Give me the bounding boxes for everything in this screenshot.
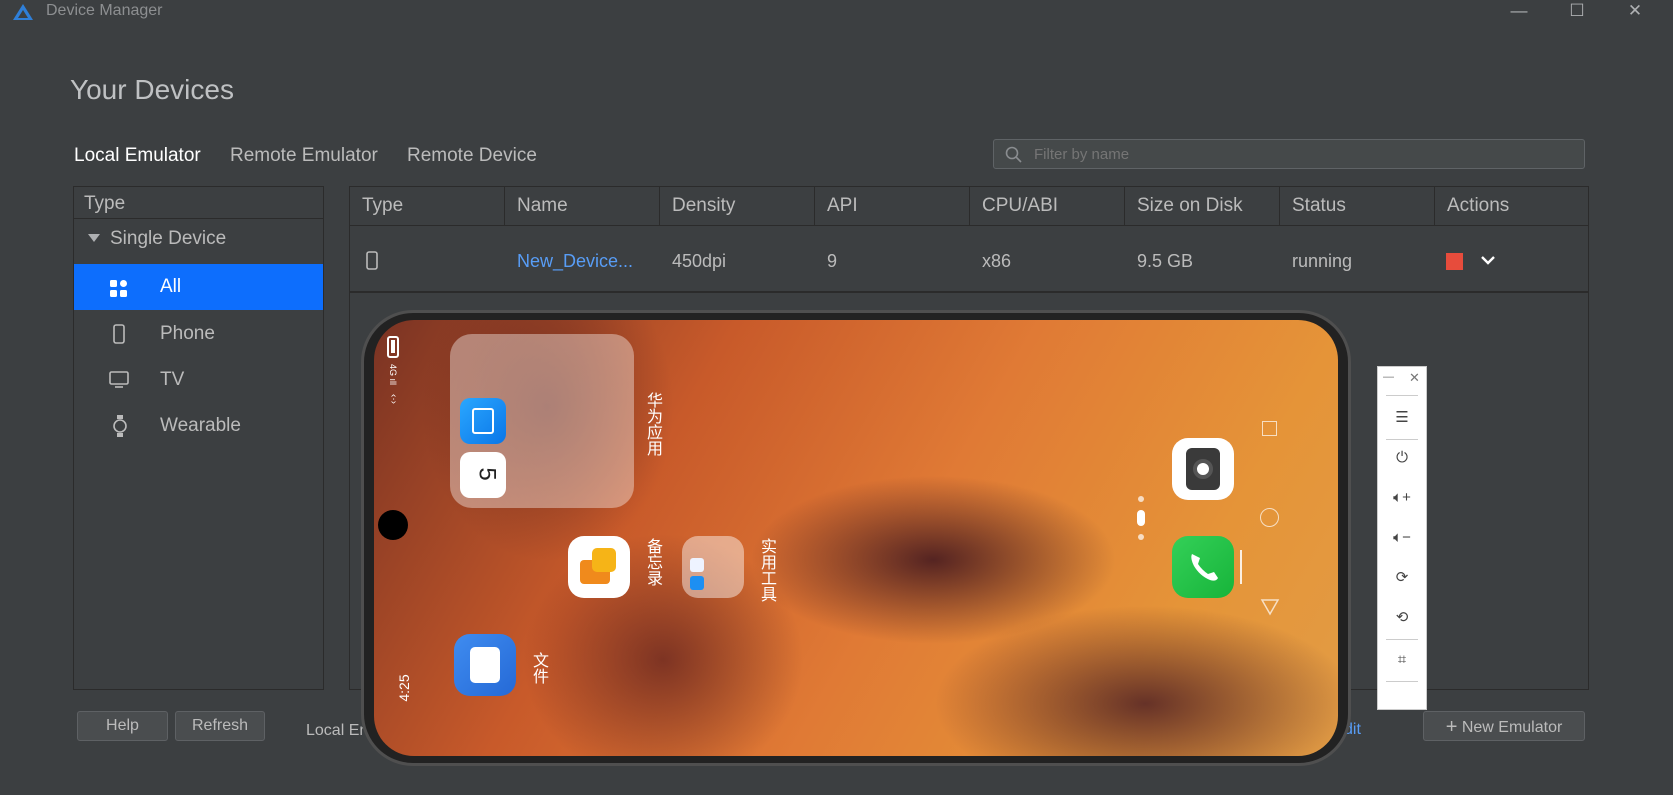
phone-icon bbox=[366, 251, 378, 270]
folder-label-tools: 实用工具 bbox=[758, 538, 775, 602]
column-header-status[interactable]: Status bbox=[1280, 187, 1435, 225]
phone-app-icon[interactable] bbox=[1172, 536, 1234, 598]
device-density: 450dpi bbox=[672, 251, 727, 271]
back-button[interactable] bbox=[1260, 598, 1280, 616]
title-bar: Device Manager — ☐ ✕ bbox=[0, 0, 1673, 24]
calendar-app-icon[interactable]: 5 bbox=[460, 452, 506, 498]
tab-local-emulator[interactable]: Local Emulator bbox=[74, 145, 201, 167]
device-api: 9 bbox=[827, 251, 838, 271]
device-name-link[interactable]: New_Device... bbox=[505, 231, 633, 291]
filter-input[interactable] bbox=[1032, 142, 1576, 166]
power-icon[interactable]: ⏻ bbox=[1378, 439, 1426, 477]
battery-icon bbox=[387, 336, 399, 358]
device-type-panel: Type Single Device All Phone TV Wearable bbox=[73, 186, 324, 690]
new-emulator-label: New Emulator bbox=[1461, 719, 1563, 736]
table-row[interactable]: New_Device... 450dpi 9 x86 9.5 GB runnin… bbox=[350, 231, 1588, 293]
help-button[interactable]: Help bbox=[77, 711, 168, 741]
sidebar-item-tv[interactable]: TV bbox=[74, 357, 323, 403]
toolbar-divider bbox=[1386, 395, 1418, 396]
memo-app-icon[interactable] bbox=[568, 536, 630, 598]
emulator-toolbar: — ✕ ☰ ⏻ 🔈︎+ 🔈︎− ⟳ ⟲ ⌗ bbox=[1377, 366, 1427, 710]
page-indicator-active bbox=[1137, 510, 1145, 526]
app-store-icon[interactable] bbox=[460, 398, 506, 444]
page-title: Your Devices bbox=[70, 74, 234, 105]
toolbar-divider bbox=[1386, 639, 1418, 640]
close-button[interactable]: ✕ bbox=[1617, 0, 1653, 24]
column-header-name[interactable]: Name bbox=[505, 187, 660, 225]
sidebar-item-label: Wearable bbox=[160, 415, 241, 436]
device-size: 9.5 GB bbox=[1137, 251, 1194, 271]
rotate-icon[interactable]: ⟳ bbox=[1378, 559, 1426, 597]
app-label-files: 文件 bbox=[530, 652, 547, 684]
sidebar-item-all[interactable]: All bbox=[74, 264, 323, 310]
column-header-actions[interactable]: Actions bbox=[1435, 187, 1588, 225]
sidebar-item-label: Phone bbox=[160, 323, 215, 344]
new-emulator-button[interactable]: + New Emulator bbox=[1423, 711, 1585, 741]
column-header-api[interactable]: API bbox=[815, 187, 970, 225]
huawei-apps-folder[interactable]: 5 bbox=[450, 334, 634, 508]
phone-icon bbox=[113, 324, 125, 344]
menu-icon[interactable]: ☰ bbox=[1378, 399, 1426, 437]
device-status: running bbox=[1292, 251, 1353, 271]
phone-handset-icon bbox=[1191, 554, 1218, 581]
maximize-button[interactable]: ☐ bbox=[1559, 0, 1595, 24]
type-header: Type bbox=[74, 187, 323, 219]
sidebar-item-label: TV bbox=[160, 369, 185, 390]
grid-icon bbox=[110, 280, 127, 297]
data-transfer-icon: ‹·› bbox=[388, 394, 399, 404]
files-app-icon[interactable] bbox=[454, 634, 516, 696]
emulator-phone-frame: 4G ıll ‹·› 4:25 5 华为应用 备忘录 实用工具 文件 bbox=[361, 310, 1351, 766]
camera-cutout bbox=[378, 510, 408, 540]
column-header-density[interactable]: Density bbox=[660, 187, 815, 225]
scroll-handle bbox=[1240, 550, 1242, 584]
folder-label-huawei-apps: 华为应用 bbox=[644, 392, 661, 456]
emulator-screen[interactable]: 4G ıll ‹·› 4:25 5 华为应用 备忘录 实用工具 文件 bbox=[374, 320, 1338, 756]
status-time: 4:25 bbox=[396, 674, 412, 702]
type-header-label: Type bbox=[84, 193, 126, 214]
column-header-type[interactable]: Type bbox=[350, 187, 505, 225]
volume-up-icon[interactable]: 🔈︎+ bbox=[1378, 479, 1426, 517]
volume-down-icon[interactable]: 🔈︎− bbox=[1378, 519, 1426, 557]
device-cpu: x86 bbox=[982, 251, 1012, 271]
page-indicator-dot bbox=[1138, 534, 1144, 540]
single-device-label: Single Device bbox=[110, 228, 227, 249]
search-icon bbox=[1005, 146, 1022, 163]
stop-button[interactable] bbox=[1446, 253, 1463, 270]
sidebar-item-label: All bbox=[160, 276, 182, 297]
toolbar-close-button[interactable]: ✕ bbox=[1409, 370, 1420, 386]
refresh-button[interactable]: Refresh bbox=[175, 711, 265, 741]
tab-remote-device[interactable]: Remote Device bbox=[407, 145, 537, 167]
watch-icon bbox=[113, 415, 127, 437]
sidebar-item-phone[interactable]: Phone bbox=[74, 311, 323, 357]
column-header-cpu[interactable]: CPU/ABI bbox=[970, 187, 1125, 225]
page-indicator-dot bbox=[1138, 496, 1144, 502]
column-header-size[interactable]: Size on Disk bbox=[1125, 187, 1280, 225]
toolbar-minimize-button[interactable]: — bbox=[1383, 371, 1394, 383]
single-device-group[interactable]: Single Device bbox=[74, 221, 323, 257]
plus-icon: + bbox=[1445, 716, 1458, 738]
toolbar-divider bbox=[1386, 681, 1418, 682]
recent-apps-button[interactable] bbox=[1262, 421, 1277, 436]
signal-icon: 4G ıll bbox=[388, 364, 398, 386]
table-header: Type Name Density API CPU/ABI Size on Di… bbox=[350, 187, 1588, 226]
screenshot-crop-icon[interactable]: ⌗ bbox=[1378, 641, 1426, 679]
sidebar-item-wearable[interactable]: Wearable bbox=[74, 403, 323, 449]
camera-app-icon[interactable] bbox=[1172, 438, 1234, 500]
triangle-down-icon bbox=[88, 234, 100, 242]
window-title: Device Manager bbox=[46, 2, 163, 19]
tv-icon bbox=[109, 371, 129, 388]
app-logo-icon bbox=[13, 4, 33, 20]
minimize-button[interactable]: — bbox=[1501, 0, 1537, 24]
local-emulator-info: Local En bbox=[306, 722, 369, 739]
filter-box[interactable] bbox=[993, 139, 1585, 169]
home-button[interactable] bbox=[1260, 508, 1279, 527]
rotate-counter-icon[interactable]: ⟲ bbox=[1378, 599, 1426, 637]
tab-remote-emulator[interactable]: Remote Emulator bbox=[230, 145, 378, 167]
app-label-memo: 备忘录 bbox=[644, 538, 661, 586]
tools-folder[interactable] bbox=[682, 536, 744, 598]
chevron-down-icon[interactable] bbox=[1480, 255, 1496, 267]
